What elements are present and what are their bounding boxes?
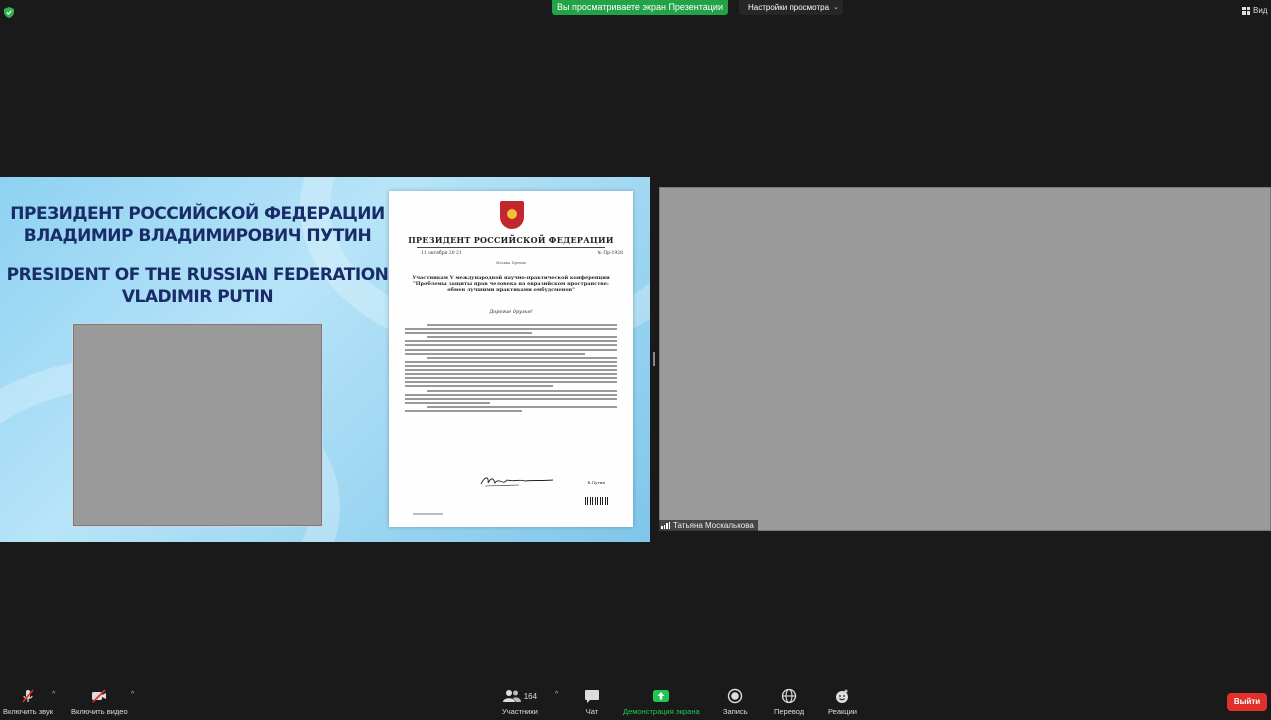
reactions-label: Реакции xyxy=(828,707,857,716)
slide-title-en: PRESIDENT OF THE RUSSIAN FEDERATION VLAD… xyxy=(6,265,389,307)
screen-share-banner: Вы просматриваете экран Презентации xyxy=(552,0,728,15)
reactions-button[interactable]: Реакции xyxy=(828,688,857,716)
participants-icon xyxy=(502,690,521,702)
participants-count: 164 xyxy=(523,691,538,701)
speaker-video-feed xyxy=(659,187,1271,531)
record-button[interactable]: Запись xyxy=(723,688,748,716)
letter-body-text xyxy=(405,324,617,414)
signal-bars-icon xyxy=(661,522,670,529)
grid-view-icon xyxy=(1242,6,1250,15)
letter-city: Москва, Кремль xyxy=(496,261,526,265)
unmute-button[interactable]: Включить звук xyxy=(3,688,53,716)
share-screen-icon xyxy=(653,690,670,702)
view-settings-label: Настройки просмотра xyxy=(748,3,830,12)
share-screen-button[interactable]: Демонстрация экрана xyxy=(623,688,700,716)
letter-rule xyxy=(417,247,605,248)
split-view-resize-handle[interactable] xyxy=(653,352,655,366)
chevron-down-icon: ⌄ xyxy=(833,4,839,11)
video-options-caret[interactable]: ^ xyxy=(131,691,134,698)
letter-number: № Пр-1928 xyxy=(597,251,623,256)
share-screen-label: Демонстрация экрана xyxy=(623,707,700,716)
camera-off-icon xyxy=(92,689,107,703)
letter-addressee: Участникам V международной научно-практи… xyxy=(412,275,610,293)
record-label: Запись xyxy=(723,707,748,716)
handwritten-signature xyxy=(480,477,554,487)
shared-screen-slide: ПРЕЗИДЕНТ РОССИЙСКОЙ ФЕДЕРАЦИИ ВЛАДИМИР … xyxy=(0,177,650,542)
unmute-label: Включить звук xyxy=(3,707,54,716)
letter-greeting: Дорогие друзья! xyxy=(489,309,533,315)
participants-button[interactable]: 164 Участники xyxy=(502,688,538,716)
letter-footer xyxy=(413,513,443,515)
start-video-button[interactable]: Включить видео xyxy=(71,688,128,716)
microphone-muted-icon xyxy=(22,689,34,703)
president-portrait-photo xyxy=(72,323,323,527)
document-barcode xyxy=(585,497,609,505)
participants-options-caret[interactable]: ^ xyxy=(555,691,558,698)
chat-label: Чат xyxy=(585,707,599,716)
leave-meeting-button[interactable]: Выйти xyxy=(1227,693,1267,711)
chat-bubble-icon xyxy=(585,689,599,703)
interpretation-button[interactable]: Перевод xyxy=(774,688,804,716)
letter-header: ПРЕЗИДЕНТ РОССИЙСКОЙ ФЕДЕРАЦИИ xyxy=(408,235,614,245)
start-video-label: Включить видео xyxy=(71,707,128,716)
view-button-label: Вид xyxy=(1253,6,1268,15)
chat-button[interactable]: Чат xyxy=(584,688,600,716)
coat-of-arms-emblem xyxy=(500,201,524,229)
view-button[interactable]: Вид xyxy=(1242,6,1267,15)
participants-label: Участники xyxy=(502,707,538,716)
record-icon xyxy=(728,688,743,704)
participant-name: Татьяна Москалькова xyxy=(673,521,754,530)
greeting-letter-document: ПРЕЗИДЕНТ РОССИЙСКОЙ ФЕДЕРАЦИИ 11 октябр… xyxy=(389,191,633,527)
globe-icon xyxy=(781,688,797,704)
letter-signature-name: В.Путин xyxy=(587,480,605,485)
interpretation-label: Перевод xyxy=(774,707,805,716)
slide-title-ru: ПРЕЗИДЕНТ РОССИЙСКОЙ ФЕДЕРАЦИИ ВЛАДИМИР … xyxy=(10,204,385,246)
audio-options-caret[interactable]: ^ xyxy=(52,691,55,698)
view-settings-menu[interactable]: Настройки просмотра ⌄ xyxy=(739,0,843,15)
smiley-icon xyxy=(836,689,849,703)
security-shield-icon[interactable] xyxy=(4,7,14,18)
video-participant-label: Татьяна Москалькова xyxy=(659,520,758,531)
letter-date: 11 октября 20 21 xyxy=(421,251,462,256)
